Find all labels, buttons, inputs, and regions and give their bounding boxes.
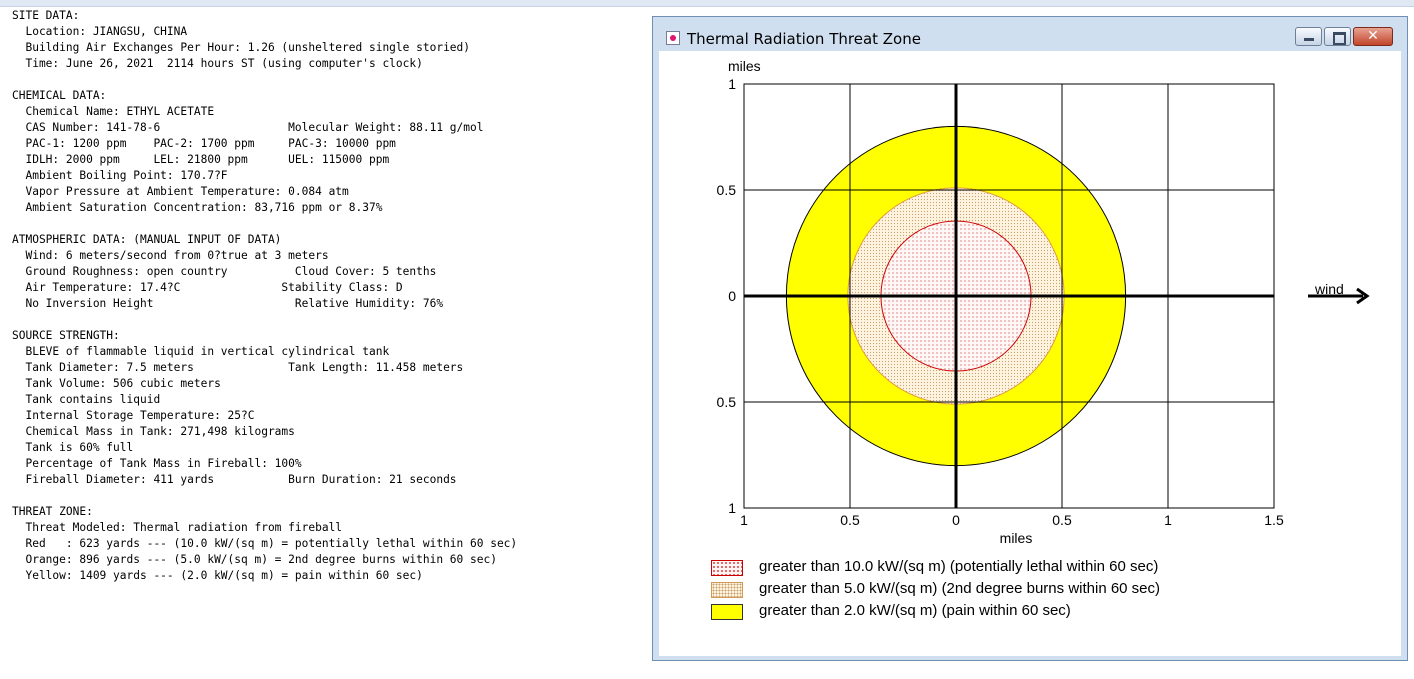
- legend-swatch-yellow: [711, 604, 743, 620]
- report-line: Ambient Saturation Concentration: 83,716…: [12, 201, 383, 214]
- report-line: [12, 216, 517, 232]
- report-line: SITE DATA:: [12, 9, 80, 22]
- report-line: [12, 488, 517, 504]
- report-line: Tank is 60% full: [12, 441, 134, 454]
- report-line: Ambient Boiling Point: 170.7?F: [12, 169, 228, 182]
- chart-client-area: 1 0.5 0 0.5 1 1.5 1 0.5 0 0.5 1 miles miles wind gre…: [659, 51, 1401, 656]
- wind-label: wind: [1315, 281, 1344, 297]
- report-line: IDLH: 2000 ppm LEL: 21800 ppm UEL: 11500…: [12, 153, 390, 166]
- y-tick-label: 1: [728, 500, 736, 516]
- x-tick-label: 0: [952, 512, 960, 528]
- thermal-radiation-window: Thermal Radiation Threat Zone ✕ 1 0.5 0 0.5…: [652, 16, 1408, 661]
- report-line: Orange: 896 yards --- (5.0 kW/(sq m) = 2…: [12, 553, 497, 566]
- report-line: Fireball Diameter: 411 yards Burn Durati…: [12, 473, 457, 486]
- report-line: Internal Storage Temperature: 25?C: [12, 409, 255, 422]
- x-tick-label: 1.5: [1264, 512, 1284, 528]
- report-line: Chemical Name: ETHYL ACETATE: [12, 105, 215, 118]
- report-line: Yellow: 1409 yards --- (2.0 kW/(sq m) = …: [12, 569, 423, 582]
- y-tick-label: 1: [728, 76, 736, 92]
- y-tick-label: 0.5: [717, 394, 737, 410]
- x-tick-label: 0.5: [1052, 512, 1072, 528]
- maximize-icon: [1333, 32, 1346, 45]
- threat-report-text: SITE DATA: Location: JIANGSU, CHINA Buil…: [12, 8, 517, 584]
- report-line: Threat Modeled: Thermal radiation from f…: [12, 521, 343, 534]
- window-titlebar[interactable]: Thermal Radiation Threat Zone ✕: [653, 17, 1407, 48]
- legend-label-red: greater than 10.0 kW/(sq m) (potentially…: [759, 558, 1159, 575]
- legend-label-orange: greater than 5.0 kW/(sq m) (2nd degree b…: [759, 580, 1161, 597]
- maximize-button[interactable]: [1324, 27, 1351, 46]
- report-line: THREAT ZONE:: [12, 505, 93, 518]
- report-line: [12, 72, 517, 88]
- report-line: CHEMICAL DATA:: [12, 89, 107, 102]
- report-line: Wind: 6 meters/second from 0?true at 3 m…: [12, 249, 329, 262]
- report-line: Location: JIANGSU, CHINA: [12, 25, 188, 38]
- window-controls: ✕: [1293, 27, 1393, 46]
- x-tick-label: 1: [740, 512, 748, 528]
- close-button[interactable]: ✕: [1353, 27, 1393, 46]
- report-line: Chemical Mass in Tank: 271,498 kilograms: [12, 425, 295, 438]
- report-line: Percentage of Tank Mass in Fireball: 100…: [12, 457, 302, 470]
- report-line: Tank Diameter: 7.5 meters Tank Length: 1…: [12, 361, 464, 374]
- report-line: [12, 312, 517, 328]
- report-line: Red : 623 yards --- (10.0 kW/(sq m) = po…: [12, 537, 518, 550]
- minimize-icon: [1304, 38, 1314, 41]
- report-line: SOURCE STRENGTH:: [12, 329, 120, 342]
- legend-swatch-red: [711, 560, 743, 576]
- x-tick-label: 1: [1164, 512, 1172, 528]
- report-line: Vapor Pressure at Ambient Temperature: 0…: [12, 185, 349, 198]
- x-tick-label: 0.5: [840, 512, 860, 528]
- report-line: Tank Volume: 506 cubic meters: [12, 377, 221, 390]
- y-tick-label: 0: [728, 288, 736, 304]
- legend-swatch-orange: [711, 582, 743, 598]
- y-tick-label: 0.5: [717, 182, 737, 198]
- report-line: Building Air Exchanges Per Hour: 1.26 (u…: [12, 41, 471, 54]
- report-line: PAC-1: 1200 ppm PAC-2: 1700 ppm PAC-3: 1…: [12, 137, 396, 150]
- minimize-button[interactable]: [1295, 27, 1322, 46]
- top-window-strip: [0, 0, 1414, 7]
- report-line: Ground Roughness: open country Cloud Cov…: [12, 265, 437, 278]
- report-line: No Inversion Height Relative Humidity: 7…: [12, 297, 444, 310]
- legend-label-yellow: greater than 2.0 kW/(sq m) (pain within …: [759, 602, 1071, 619]
- close-icon: ✕: [1367, 28, 1379, 44]
- report-line: Air Temperature: 17.4?C Stability Class:…: [12, 281, 403, 294]
- window-title: Thermal Radiation Threat Zone: [687, 30, 921, 48]
- report-line: Tank contains liquid: [12, 393, 161, 406]
- report-line: Time: June 26, 2021 2114 hours ST (using…: [12, 57, 423, 70]
- y-axis-label: miles: [728, 58, 761, 74]
- x-axis-label: miles: [1000, 530, 1033, 546]
- threat-zone-chart: 1 0.5 0 0.5 1 1.5 1 0.5 0 0.5 1 miles miles: [717, 58, 1370, 546]
- report-line: CAS Number: 141-78-6 Molecular Weight: 8…: [12, 121, 484, 134]
- report-line: ATMOSPHERIC DATA: (MANUAL INPUT OF DATA): [12, 233, 282, 246]
- app-icon[interactable]: [666, 31, 680, 45]
- report-line: BLEVE of flammable liquid in vertical cy…: [12, 345, 390, 358]
